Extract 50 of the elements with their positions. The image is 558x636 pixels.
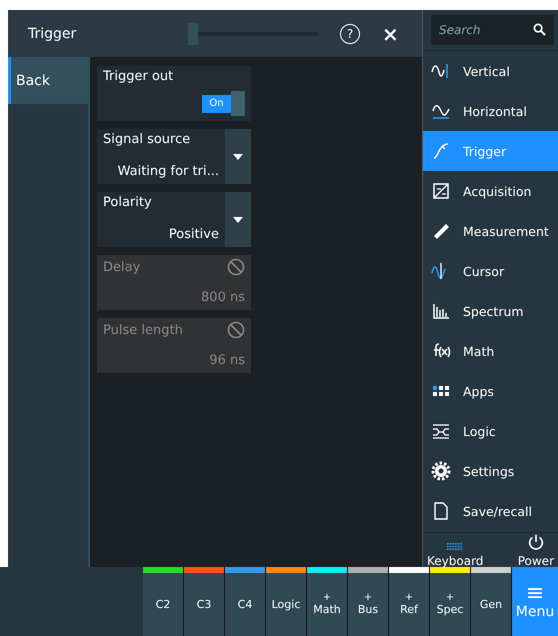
menu-item[interactable]: Settings [423, 451, 558, 491]
sine-marker-icon [431, 61, 451, 81]
setting-label: Polarity [103, 195, 152, 210]
disabled-icon [227, 321, 245, 339]
caret-icon [233, 216, 243, 222]
disabled-icon [227, 258, 245, 276]
search-field[interactable]: Search [431, 15, 554, 45]
channel-button[interactable]: C3 [184, 567, 225, 636]
search-icon [533, 23, 546, 36]
setting-value: Waiting for tri... [118, 164, 219, 179]
setting-label: Trigger out [103, 69, 174, 84]
rising-edge-icon [431, 141, 451, 161]
channel-button[interactable]: C4 [225, 567, 266, 636]
setting-label: Pulse length [103, 322, 183, 338]
setting-label: Signal source [103, 132, 190, 147]
menu-item[interactable]: Vertical [423, 51, 558, 91]
setting-value: Positive [168, 227, 219, 242]
slider-thumb[interactable] [188, 22, 198, 44]
help-button[interactable]: ? [340, 24, 360, 44]
channel-button[interactable]: Logic [266, 567, 307, 636]
back-button[interactable]: Back [8, 57, 88, 104]
power-icon [526, 533, 545, 551]
keyboard-icon [446, 542, 464, 551]
channel-button[interactable]: + Ref [389, 567, 430, 636]
dropdown-button[interactable] [225, 192, 251, 247]
setting-value: 96 ns [209, 353, 245, 368]
channel-button[interactable]: C2 [143, 567, 184, 636]
menu-item[interactable]: Spectrum [423, 291, 558, 331]
setting-value: 800 ns [201, 290, 245, 305]
menu-item[interactable]: Save/recall [423, 491, 558, 531]
window-title: Trigger [28, 26, 78, 42]
channel-button[interactable]: Gen [471, 567, 512, 636]
setting-label: Delay [103, 260, 140, 274]
menu-item[interactable]: Acquisition [423, 171, 558, 211]
close-button[interactable]: × [382, 22, 399, 46]
channel-button[interactable]: + Bus [348, 567, 389, 636]
menu-item[interactable]: Logic [423, 411, 558, 451]
menu-item[interactable]: Math [423, 331, 558, 371]
gear-icon [431, 461, 451, 481]
power-button[interactable]: Power [514, 533, 558, 570]
caret-icon [233, 154, 243, 160]
menu-item[interactable]: Apps [423, 371, 558, 411]
menu-item[interactable]: Cursor [423, 251, 558, 291]
menu-item[interactable]: Horizontal [423, 91, 558, 131]
dropdown-button[interactable] [225, 129, 251, 184]
channel-button[interactable]: + Spec [430, 567, 471, 636]
menu-item[interactable]: Measurement [423, 211, 558, 251]
channel-button[interactable]: + Math [307, 567, 348, 636]
keyboard-button[interactable]: Keyboard [423, 533, 488, 570]
spectrum-icon [431, 301, 451, 321]
